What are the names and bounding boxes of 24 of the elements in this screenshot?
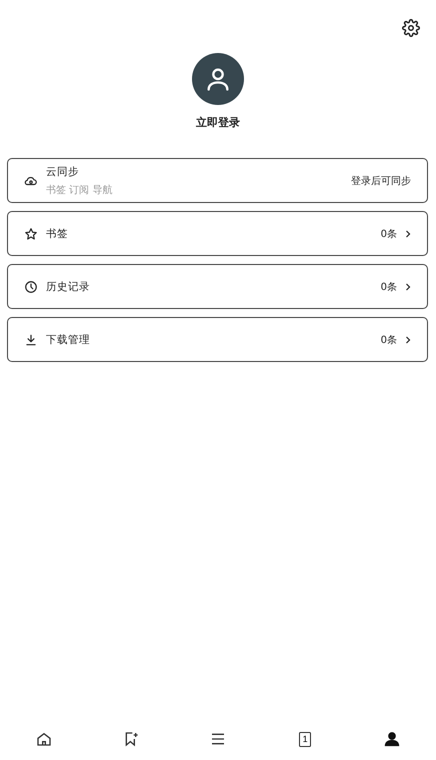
item-subtitle: 书签 订阅 导航 <box>46 184 114 196</box>
menu-card[interactable]: 云同步 书签 订阅 导航 登录后可同步 <box>7 158 428 203</box>
chevron-icon <box>405 336 411 344</box>
item-title: 书签 <box>46 226 69 240</box>
menu-card[interactable]: 下载管理 0条 <box>7 317 428 362</box>
chevron-icon <box>405 230 411 238</box>
item-title: 云同步 <box>46 164 80 178</box>
item-title: 历史记录 <box>46 280 91 294</box>
tabs-button[interactable]: 1 <box>295 729 316 749</box>
item-value: 0条 <box>380 228 397 240</box>
download-icon <box>24 332 38 346</box>
item-title: 下载管理 <box>46 332 91 346</box>
item-value: 0条 <box>380 280 397 294</box>
avatar[interactable] <box>192 53 244 105</box>
item-value: 0条 <box>380 334 397 346</box>
star-icon <box>24 226 38 240</box>
menu-card[interactable]: 历史记录 0条 <box>7 264 428 309</box>
menu-icon <box>210 731 226 747</box>
item-value: 登录后可同步 <box>351 174 411 188</box>
login-button[interactable]: 立即登录 <box>196 115 240 130</box>
settings-button[interactable] <box>402 19 420 37</box>
menu-card[interactable]: 书签 0条 <box>7 211 428 256</box>
clock-icon <box>24 280 38 294</box>
chevron-icon <box>405 282 411 290</box>
